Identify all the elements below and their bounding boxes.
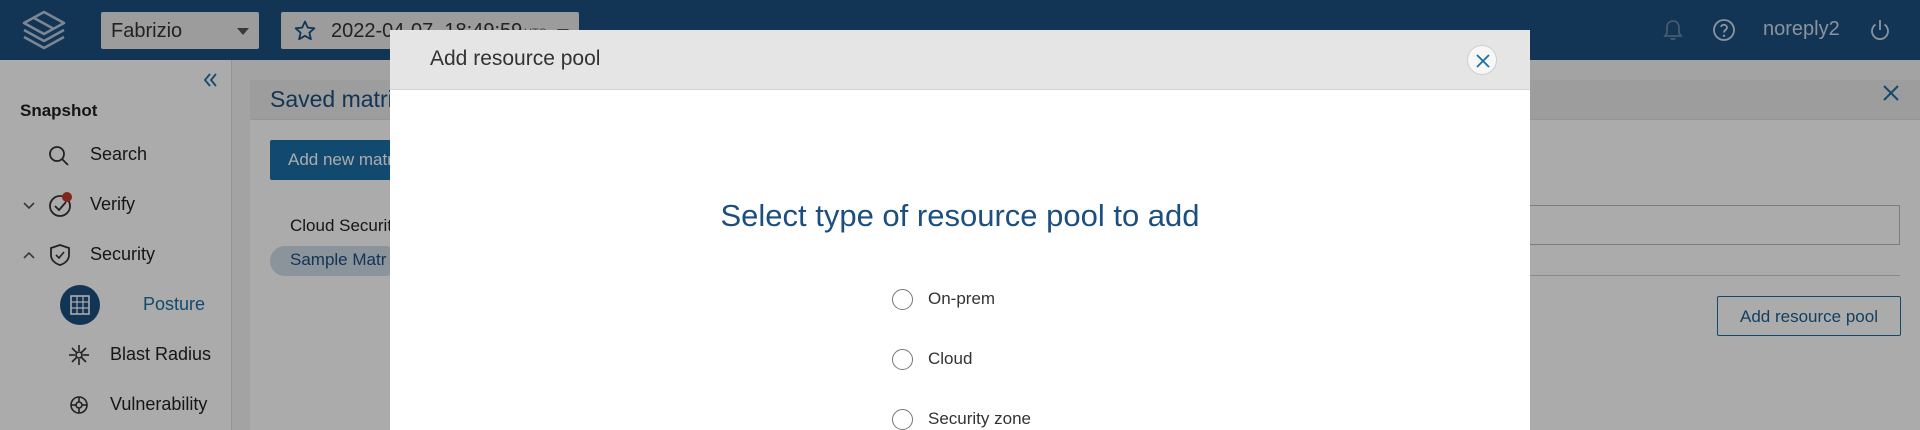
option-on-prem[interactable]: On-prem — [892, 285, 1192, 315]
option-label: Cloud — [928, 349, 973, 368]
radio-button[interactable] — [892, 349, 913, 370]
dialog-close-button[interactable] — [1467, 45, 1497, 75]
option-label: Security zone — [928, 409, 1031, 428]
option-label: On-prem — [928, 289, 996, 308]
close-icon — [1476, 54, 1490, 68]
dialog-title: Add resource pool — [430, 47, 601, 70]
option-cloud[interactable]: Cloud — [892, 345, 1192, 375]
radio-button[interactable] — [892, 409, 913, 430]
add-resource-pool-dialog: Add resource pool Select type of resourc… — [390, 30, 1530, 430]
dialog-header: Add resource pool — [390, 30, 1530, 90]
radio-button[interactable] — [892, 289, 913, 310]
option-security-zone[interactable]: Security zone — [892, 405, 1192, 430]
dialog-heading: Select type of resource pool to add — [720, 198, 1200, 233]
